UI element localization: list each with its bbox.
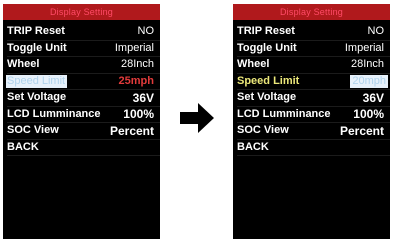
screen-title-bar: Display Setting xyxy=(3,4,160,20)
menu-item-label: Toggle Unit xyxy=(7,41,67,54)
menu-item-lcd-lumminance[interactable]: LCD Lumminance 100% xyxy=(7,107,160,123)
menu-item-toggle-unit[interactable]: Toggle Unit Imperial xyxy=(7,41,160,57)
menu-item-label: Wheel xyxy=(7,58,40,71)
speed-limit-edit-field[interactable]: 20mph xyxy=(350,74,388,88)
menu-item-label: Toggle Unit xyxy=(237,41,297,54)
menu-item-value: Percent xyxy=(109,123,154,138)
menu-item-value: NO xyxy=(367,25,385,38)
display-screen-before: Display Setting TRIP Reset NO Toggle Uni… xyxy=(3,4,160,239)
menu-item-speed-limit[interactable]: Speed Limit 25mph xyxy=(6,74,160,90)
menu-item-value: Imperial xyxy=(344,41,384,54)
menu-item-lcd-lumminance[interactable]: LCD Lumminance 100% xyxy=(237,107,390,123)
menu-item-speed-limit[interactable]: Speed Limit 20mph xyxy=(237,74,390,90)
menu-item-soc-view[interactable]: SOC View Percent xyxy=(7,123,160,140)
menu-item-value: 36V xyxy=(362,90,384,105)
screen-title: Display Setting xyxy=(49,7,114,17)
menu-item-value: 100% xyxy=(123,107,154,122)
comparison-stage: Display Setting TRIP Reset NO Toggle Uni… xyxy=(0,0,395,241)
menu-item-value: Imperial xyxy=(114,41,154,54)
menu-item-value: 100% xyxy=(353,107,384,122)
display-screen-after: Display Setting TRIP Reset NO Toggle Uni… xyxy=(233,4,390,239)
menu-item-set-voltage[interactable]: Set Voltage 36V xyxy=(237,90,390,107)
menu-item-label: BACK xyxy=(237,140,269,153)
screen-title-bar: Display Setting xyxy=(233,4,390,20)
menu-item-set-voltage[interactable]: Set Voltage 36V xyxy=(7,90,160,107)
menu-item-value: 36V xyxy=(132,90,154,105)
menu-item-value: NO xyxy=(137,25,155,38)
menu-item-label: TRIP Reset xyxy=(7,25,65,38)
menu-item-trip-reset[interactable]: TRIP Reset NO xyxy=(7,24,160,41)
screen-title: Display Setting xyxy=(279,7,344,17)
menu-item-label: BACK xyxy=(7,140,39,153)
menu-item-value: 25mph xyxy=(118,74,154,87)
menu-item-wheel[interactable]: Wheel 28Inch xyxy=(237,57,390,74)
menu-item-label-selected: Speed Limit xyxy=(6,74,68,88)
menu-item-label: Set Voltage xyxy=(7,91,67,104)
menu-item-trip-reset[interactable]: TRIP Reset NO xyxy=(237,24,390,41)
menu-item-back[interactable]: BACK xyxy=(7,140,160,156)
right-arrow-icon xyxy=(180,103,214,133)
menu-item-soc-view[interactable]: SOC View Percent xyxy=(237,123,390,140)
menu-item-label: SOC View xyxy=(7,124,59,137)
settings-menu: TRIP Reset NO Toggle Unit Imperial Wheel… xyxy=(237,24,390,156)
menu-item-label: TRIP Reset xyxy=(237,25,295,38)
menu-item-wheel[interactable]: Wheel 28Inch xyxy=(7,57,160,74)
menu-item-label-editing: Speed Limit xyxy=(237,74,300,87)
menu-item-back[interactable]: BACK xyxy=(237,140,390,156)
settings-menu: TRIP Reset NO Toggle Unit Imperial Wheel… xyxy=(6,24,160,156)
menu-item-value: 28Inch xyxy=(350,58,384,71)
menu-item-value: 28Inch xyxy=(120,58,154,71)
menu-item-value: Percent xyxy=(339,123,384,138)
menu-item-toggle-unit[interactable]: Toggle Unit Imperial xyxy=(237,41,390,57)
menu-item-label: SOC View xyxy=(237,124,289,137)
menu-item-label: LCD Lumminance xyxy=(237,107,331,120)
menu-item-label: Wheel xyxy=(237,58,270,71)
menu-item-label: Set Voltage xyxy=(237,91,297,104)
menu-item-label: LCD Lumminance xyxy=(7,107,101,120)
